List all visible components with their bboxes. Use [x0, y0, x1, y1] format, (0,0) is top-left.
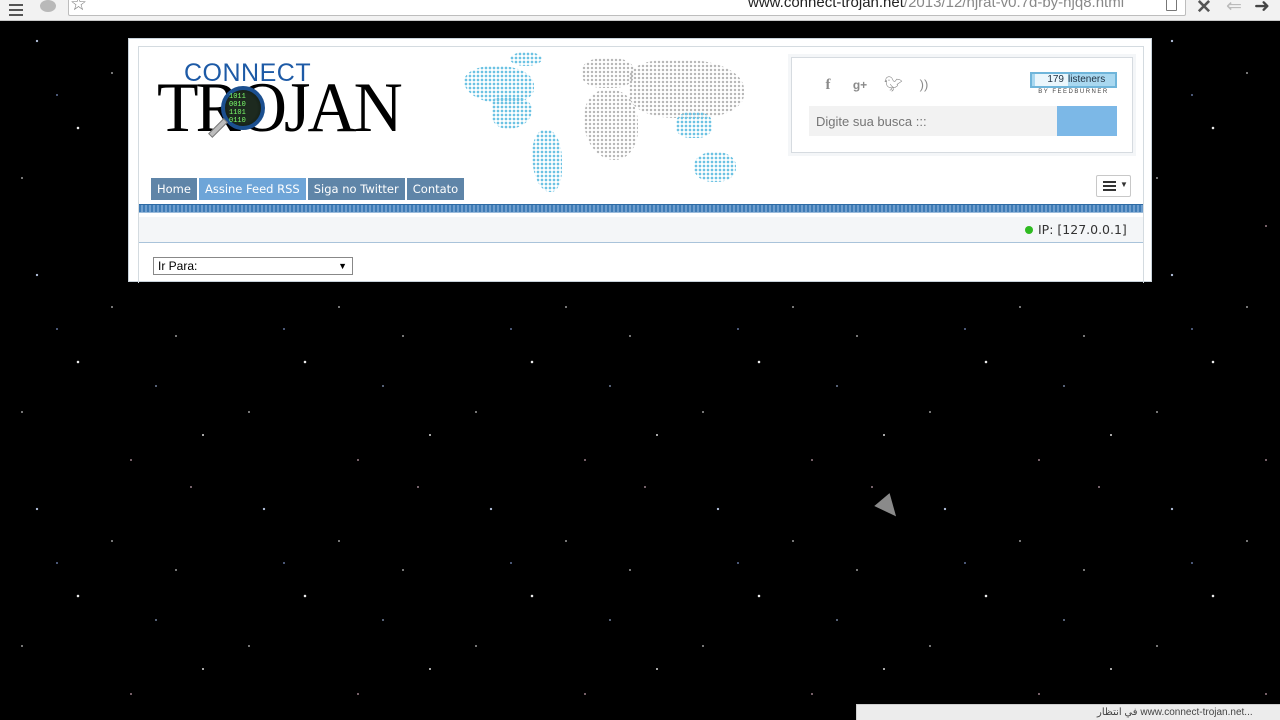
- header-divider: [139, 204, 1143, 213]
- goto-select-value: Ir Para:: [158, 259, 198, 273]
- menu-icon[interactable]: [9, 1, 23, 16]
- url-text[interactable]: www.connect-trojan.net/2013/12/njrat-v0.…: [748, 0, 1124, 11]
- logo-bits: 1011 0010 1101 0110: [229, 93, 246, 125]
- chevron-down-icon: ▼: [1120, 180, 1128, 189]
- listener-label: listeners: [1068, 74, 1106, 85]
- feedburner-byline: BY FEEDBURNER: [1038, 89, 1109, 95]
- map-australia: [694, 152, 736, 182]
- map-south-america: [532, 130, 562, 192]
- cursor-icon: [874, 493, 904, 523]
- map-north-america-south: [492, 97, 532, 129]
- hamburger-icon: [1103, 181, 1116, 193]
- site-logo[interactable]: CONNECT TROJAN 1011 0010 1101 0110: [157, 59, 403, 153]
- nav-siga-no-twitter[interactable]: Siga no Twitter: [307, 178, 405, 200]
- ip-bar: IP: [127.0.0.1]: [139, 217, 1143, 243]
- rss-icon[interactable]: )): [916, 77, 932, 93]
- social-links: f g+ 🐦︎ )): [820, 77, 932, 94]
- extension-icon[interactable]: [40, 0, 56, 12]
- status-dot-icon: [1025, 226, 1033, 234]
- twitter-icon[interactable]: 🐦︎: [884, 77, 903, 93]
- map-asia: [629, 60, 744, 118]
- map-southeast-asia: [676, 112, 712, 138]
- star-icon[interactable]: ☆: [70, 0, 87, 15]
- close-icon[interactable]: ✕: [1196, 0, 1212, 19]
- main-nav: Home Assine Feed RSS Siga no Twitter Con…: [151, 178, 465, 200]
- map-europe: [582, 58, 634, 88]
- world-map-image: [464, 52, 754, 197]
- logo-trojan-text: TROJAN: [157, 67, 403, 147]
- ip-address: IP: [127.0.0.1]: [1038, 222, 1127, 237]
- status-bar: ...www.connect-trojan.net في انتظار: [856, 704, 1280, 720]
- url-host: www.connect-trojan.net: [748, 0, 904, 11]
- nav-home[interactable]: Home: [151, 178, 197, 200]
- page-container: CONNECT TROJAN 1011 0010 1101 0110 f g+ …: [128, 38, 1152, 283]
- goto-select[interactable]: Ir Para: ▼: [153, 257, 353, 275]
- feedburner-counter: 179 listeners: [1030, 72, 1117, 88]
- facebook-icon[interactable]: f: [820, 77, 836, 93]
- dropdown-arrow-icon: ▼: [338, 261, 347, 271]
- back-icon[interactable]: ⇐: [1226, 0, 1242, 18]
- search-button[interactable]: [1057, 106, 1117, 136]
- nav-assine-feed-rss[interactable]: Assine Feed RSS: [198, 178, 306, 200]
- google-plus-icon[interactable]: g+: [852, 77, 868, 93]
- header-panel: CONNECT TROJAN 1011 0010 1101 0110 f g+ …: [138, 46, 1144, 283]
- listener-count: 179: [1035, 74, 1068, 86]
- search-input[interactable]: [809, 106, 1057, 136]
- browser-toolbar: ☆ www.connect-trojan.net/2013/12/njrat-v…: [0, 0, 1280, 21]
- header-widget: f g+ 🐦︎ )) 179 listeners BY FEEDBURNER: [791, 57, 1133, 153]
- forward-icon[interactable]: ➜: [1254, 0, 1270, 18]
- nav-contato[interactable]: Contato: [406, 178, 465, 200]
- map-greenland: [510, 52, 542, 66]
- magnifier-icon: 1011 0010 1101 0110: [221, 86, 265, 130]
- page-icon[interactable]: [1166, 0, 1177, 11]
- url-path: /2013/12/njrat-v0.7d-by-njq8.html: [903, 0, 1125, 11]
- menu-toggle-button[interactable]: ▼: [1096, 175, 1131, 197]
- feedburner-badge[interactable]: 179 listeners BY FEEDBURNER: [1030, 72, 1117, 95]
